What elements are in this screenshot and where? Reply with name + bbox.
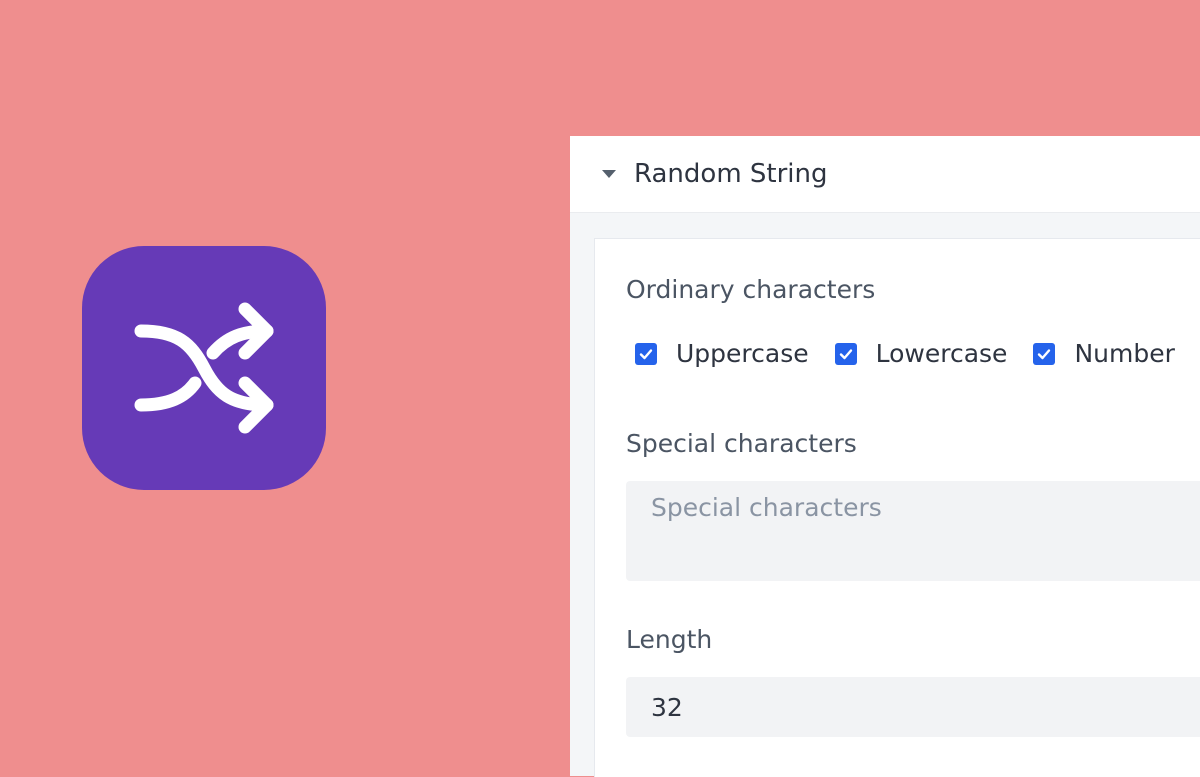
option-lowercase[interactable]: Lowercase	[834, 339, 1008, 368]
lowercase-label: Lowercase	[875, 339, 1008, 368]
option-number[interactable]: Number	[1033, 339, 1175, 368]
panel-title: Random String	[634, 159, 828, 189]
option-uppercase[interactable]: Uppercase	[635, 339, 809, 368]
special-characters-label: Special characters	[626, 429, 857, 458]
check-icon	[1038, 348, 1051, 359]
shuffle-icon	[134, 302, 274, 434]
uppercase-checkbox[interactable]	[635, 342, 657, 365]
ordinary-characters-options: Uppercase Lowercase Number	[635, 339, 1200, 368]
panel-header[interactable]: Random String	[570, 136, 1200, 213]
length-label: Length	[626, 625, 713, 654]
special-characters-input[interactable]: Special characters	[626, 481, 1200, 581]
app-logo	[82, 246, 326, 490]
lowercase-checkbox[interactable]	[834, 342, 857, 365]
uppercase-label: Uppercase	[676, 339, 809, 368]
number-checkbox[interactable]	[1033, 342, 1056, 365]
check-icon	[639, 348, 653, 359]
panel-body: Ordinary characters Uppercase Lowercase …	[594, 238, 1200, 777]
number-label: Number	[1074, 339, 1175, 368]
random-string-panel: Random String Ordinary characters Upperc…	[570, 136, 1200, 777]
ordinary-characters-label: Ordinary characters	[626, 275, 876, 304]
caret-down-icon[interactable]	[602, 170, 616, 178]
check-icon	[839, 348, 852, 359]
length-input[interactable]: 32	[626, 677, 1200, 737]
